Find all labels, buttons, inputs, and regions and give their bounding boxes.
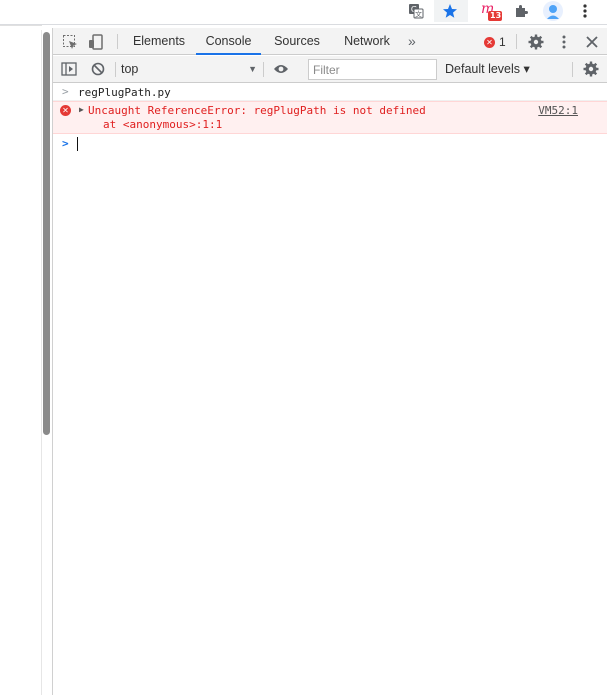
devtools-panel: Elements Console Sources Network » ✕ 1 t… (52, 28, 607, 695)
console-input-row[interactable]: > (53, 134, 607, 154)
svg-text:文: 文 (415, 10, 422, 19)
toolbar-separator (572, 62, 573, 77)
text-cursor (77, 137, 78, 151)
star-icon[interactable] (440, 0, 460, 22)
command-text: regPlugPath.py (78, 86, 171, 99)
console-toolbar: top ▼ Default levels ▾ (53, 56, 607, 83)
filter-input[interactable] (308, 59, 437, 80)
chevron-right-icon: > (62, 85, 69, 98)
close-devtools-icon[interactable] (583, 33, 601, 51)
chevron-right-icon: > (62, 137, 69, 150)
live-expression-eye-icon[interactable] (272, 60, 290, 78)
context-selector[interactable]: top ▼ (121, 58, 257, 80)
toggle-sidebar-icon[interactable] (60, 60, 78, 78)
kebab-menu-icon[interactable] (578, 0, 592, 22)
error-icon: ✕ (60, 105, 71, 116)
inspect-element-icon[interactable] (61, 33, 79, 51)
error-icon: ✕ (484, 36, 495, 48)
error-count-indicator[interactable]: ✕ 1 (484, 34, 506, 50)
puzzle-icon[interactable] (511, 0, 531, 22)
toolbar-separator (263, 62, 264, 77)
settings-gear-icon[interactable] (527, 33, 545, 51)
more-tabs-button[interactable]: » (408, 28, 416, 55)
tabbar-separator (516, 34, 517, 49)
error-stack: at <anonymous>:1:1 (103, 118, 223, 131)
context-value: top (121, 62, 139, 76)
chevron-down-icon: ▼ (248, 64, 257, 74)
clear-console-icon[interactable] (89, 60, 107, 78)
extension-badge: 13 (490, 11, 502, 20)
toolbar-separator (115, 62, 116, 77)
m-extension-icon[interactable]: m 13 (478, 0, 504, 22)
error-source-link[interactable]: VM52:1 (538, 104, 578, 117)
log-levels-dropdown[interactable]: Default levels ▾ (445, 56, 530, 83)
profile-avatar-icon[interactable] (541, 0, 565, 22)
page-viewport (0, 25, 42, 695)
tab-network[interactable]: Network (335, 28, 399, 55)
tab-console[interactable]: Console (196, 28, 261, 55)
tab-sources[interactable]: Sources (266, 28, 328, 55)
console-output: > regPlugPath.py ✕ ▶ Uncaught ReferenceE… (53, 84, 607, 154)
tab-elements[interactable]: Elements (126, 28, 192, 55)
error-message: Uncaught ReferenceError: regPlugPath is … (88, 104, 426, 117)
expand-triangle-icon[interactable]: ▶ (79, 105, 84, 114)
browser-toolbar: G 文 m 13 (0, 0, 607, 24)
translate-icon[interactable]: G 文 (405, 0, 427, 22)
console-error-row: ✕ ▶ Uncaught ReferenceError: regPlugPath… (53, 101, 607, 134)
error-count: 1 (499, 35, 506, 49)
scrollbar-thumb[interactable] (43, 32, 50, 435)
devtools-tabbar: Elements Console Sources Network » ✕ 1 (53, 28, 607, 55)
console-settings-gear-icon[interactable] (582, 60, 600, 78)
console-command-row: > regPlugPath.py (53, 84, 607, 101)
devtools-menu-icon[interactable] (555, 33, 573, 51)
device-toolbar-icon[interactable] (87, 33, 105, 51)
chrome-divider (0, 24, 607, 25)
tabbar-separator (117, 34, 118, 49)
